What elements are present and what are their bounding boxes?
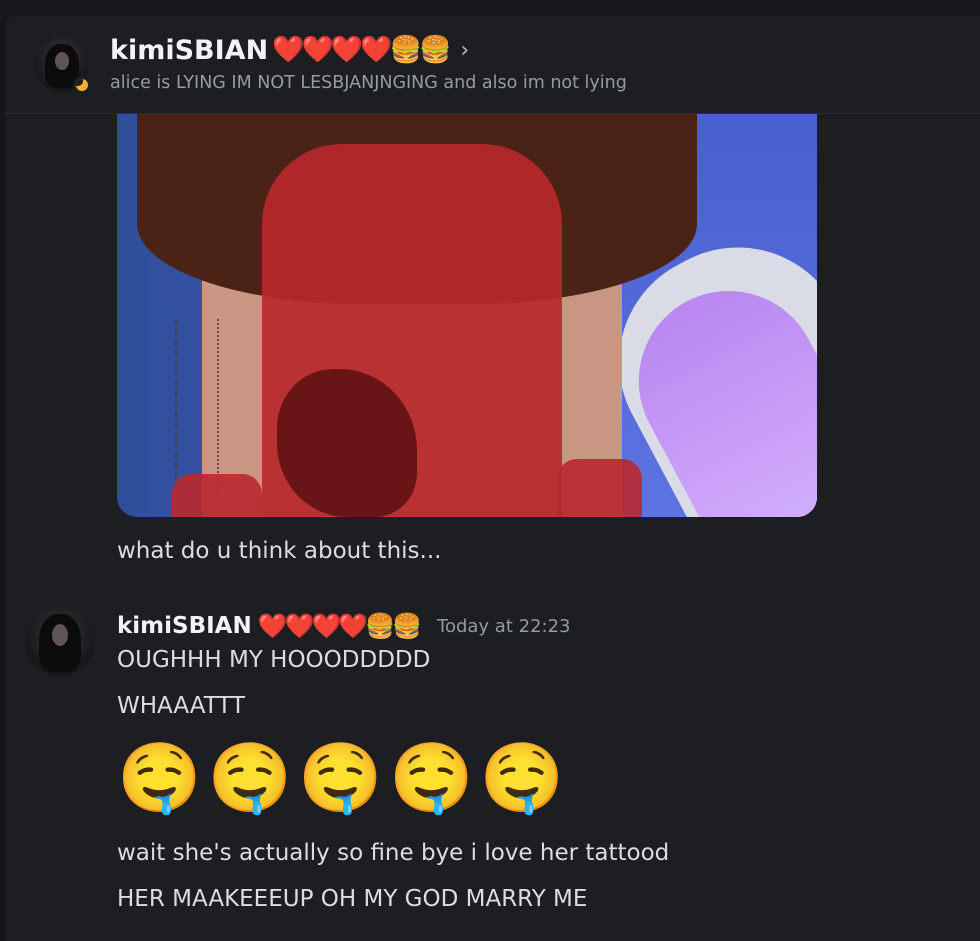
drooling-face-emoji[interactable]: 🤤 <box>480 736 565 822</box>
header-status: alice is LYING IM NOT LESBJANJNGING and … <box>110 73 627 93</box>
header-name-emoji: ❤️❤️❤️❤️🍔🍔 <box>272 35 451 65</box>
message-line: wait she's actually so fine bye i love h… <box>117 840 670 866</box>
message-line: HER MAAKEEEUP OH MY GOD MARRY ME <box>117 886 588 912</box>
emoji-row: 🤤 🤤 🤤 🤤 🤤 <box>117 736 564 822</box>
author-emoji: ❤️❤️❤️❤️🍔🍔 <box>257 612 422 640</box>
message-line: OUGHHH MY HOOODDDDD <box>117 647 431 673</box>
dm-header: kimiSBIAN ❤️❤️❤️❤️🍔🍔 › alice is LYING IM… <box>5 16 980 114</box>
message-avatar[interactable] <box>25 606 95 676</box>
message-timestamp[interactable]: Today at 22:23 <box>437 616 570 637</box>
drooling-face-emoji[interactable]: 🤤 <box>117 736 202 822</box>
header-username[interactable]: kimiSBIAN ❤️❤️❤️❤️🍔🍔 › <box>110 32 469 68</box>
chevron-right-icon[interactable]: › <box>460 38 469 63</box>
drooling-face-emoji[interactable]: 🤤 <box>208 736 293 822</box>
chat-window: kimiSBIAN ❤️❤️❤️❤️🍔🍔 › alice is LYING IM… <box>5 16 980 941</box>
message-line: WHAAATTT <box>117 693 246 719</box>
header-name-text: kimiSBIAN <box>110 34 269 66</box>
message-header: kimiSBIAN ❤️❤️❤️❤️🍔🍔 Today at 22:23 <box>117 608 571 644</box>
image-attachment[interactable] <box>117 114 817 517</box>
message-text: what do u think about this... <box>117 538 442 564</box>
drooling-face-emoji[interactable]: 🤤 <box>298 736 383 822</box>
drooling-face-emoji[interactable]: 🤤 <box>389 736 474 822</box>
moon-idle-icon <box>73 76 91 94</box>
message-author[interactable]: kimiSBIAN <box>117 613 252 639</box>
